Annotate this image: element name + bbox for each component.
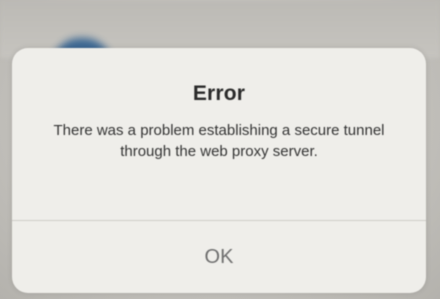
alert-title: Error xyxy=(192,82,246,105)
alert-content: Error There was a problem establishing a… xyxy=(12,48,426,220)
ok-button[interactable]: OK xyxy=(12,221,426,293)
error-alert-dialog: Error There was a problem establishing a… xyxy=(12,48,426,293)
alert-message: There was a problem establishing a secur… xyxy=(53,122,385,160)
